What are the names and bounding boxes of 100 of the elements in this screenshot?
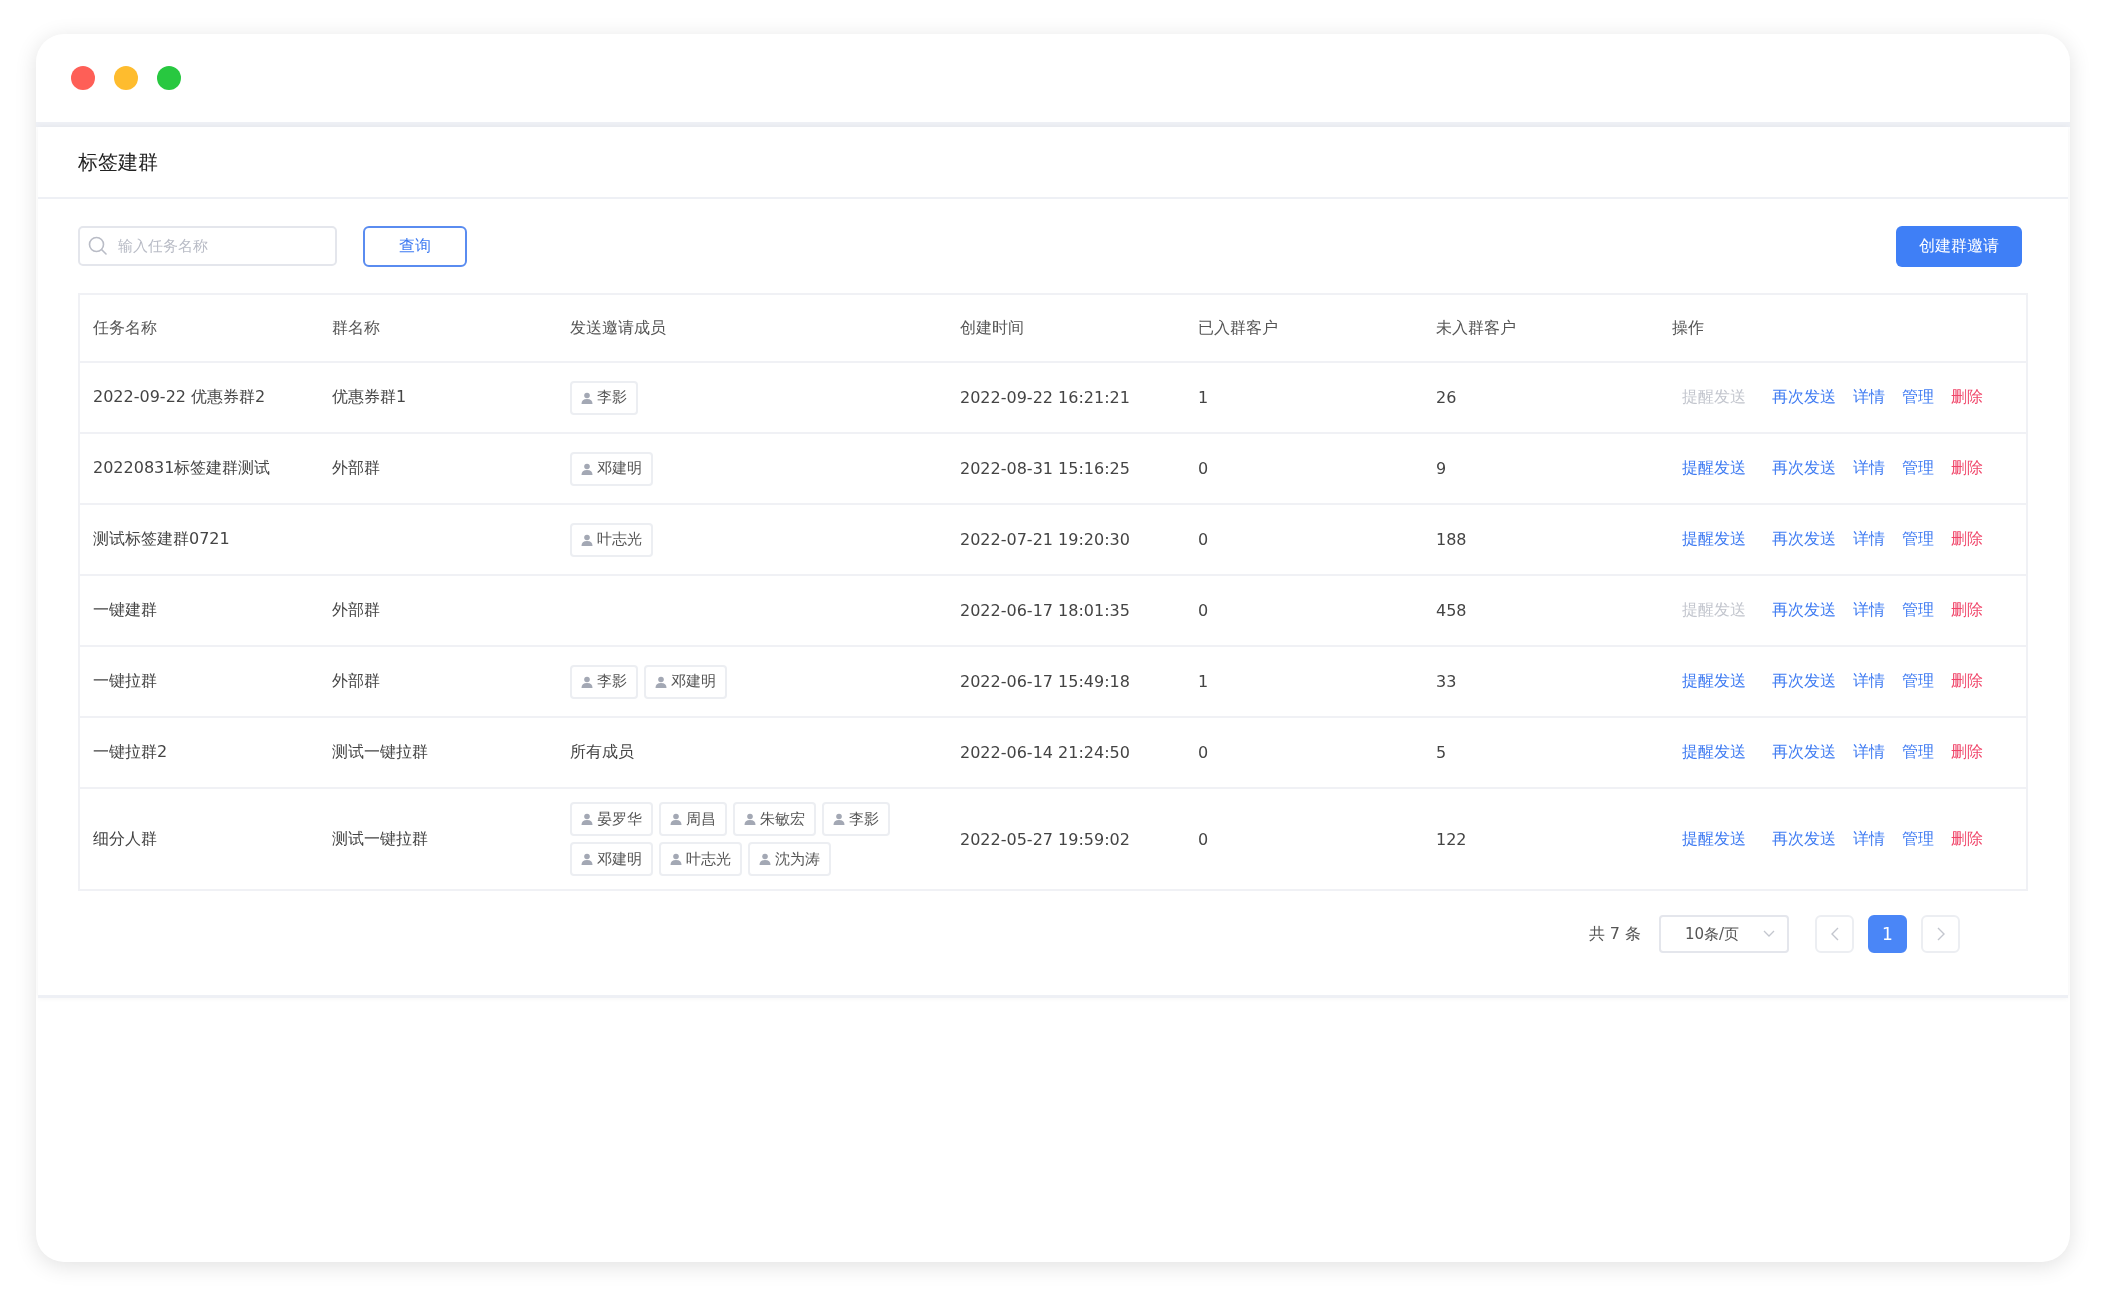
person-icon xyxy=(581,675,593,688)
action-link[interactable]: 再次发送 xyxy=(1772,387,1836,408)
action-link[interactable]: 详情 xyxy=(1853,529,1885,550)
column-header: 任务名称 xyxy=(93,317,157,337)
joined-count: 1 xyxy=(1198,672,1209,691)
task-name: 20220831标签建群测试 xyxy=(93,458,271,477)
person-icon xyxy=(670,853,682,865)
not-joined-count: 26 xyxy=(1436,388,1457,407)
page-title: 标签建群 xyxy=(78,148,158,176)
member-tag: 朱敏宏 xyxy=(733,802,816,836)
members-text: 所有成员 xyxy=(570,742,634,763)
joined-count: 0 xyxy=(1198,459,1209,478)
action-link[interactable]: 提醒发送 xyxy=(1682,529,1746,550)
chevron-right-icon xyxy=(1936,927,1945,941)
member-tag: 叶志光 xyxy=(659,842,742,876)
person-icon xyxy=(833,813,845,825)
task-name: 一键拉群2 xyxy=(93,742,168,761)
group-name: 测试一键拉群 xyxy=(332,742,428,761)
action-link[interactable]: 详情 xyxy=(1853,742,1885,763)
person-icon xyxy=(581,853,593,865)
close-button[interactable] xyxy=(71,66,95,90)
not-joined-count: 458 xyxy=(1436,601,1467,620)
action-link[interactable]: 管理 xyxy=(1902,742,1934,763)
created-time: 2022-06-17 15:49:18 xyxy=(960,672,1130,691)
action-link[interactable]: 管理 xyxy=(1902,458,1934,479)
action-link[interactable]: 提醒发送 xyxy=(1682,671,1746,692)
total-count: 共 7 条 xyxy=(1588,923,1641,945)
member-tag: 李影 xyxy=(570,380,638,415)
joined-count: 0 xyxy=(1198,601,1209,620)
group-name: 外部群 xyxy=(332,671,380,690)
group-name: 外部群 xyxy=(332,600,380,619)
task-name: 测试标签建群0721 xyxy=(93,529,230,548)
action-link[interactable]: 再次发送 xyxy=(1772,458,1836,479)
group-name: 外部群 xyxy=(332,458,380,477)
person-icon xyxy=(581,391,593,404)
column-header: 操作 xyxy=(1672,317,1704,337)
delete-link[interactable]: 删除 xyxy=(1951,742,1983,763)
action-link[interactable]: 提醒发送 xyxy=(1682,742,1746,763)
delete-link[interactable]: 删除 xyxy=(1951,600,1983,621)
action-link[interactable]: 管理 xyxy=(1902,671,1934,692)
minimize-button[interactable] xyxy=(114,66,138,90)
column-header: 已入群客户 xyxy=(1198,317,1278,337)
chevron-down-icon xyxy=(1763,930,1775,938)
joined-count: 0 xyxy=(1198,829,1209,849)
member-tag: 李影 xyxy=(570,664,638,699)
search-field[interactable]: 输入任务名称 xyxy=(78,226,337,266)
page-button[interactable]: 1 xyxy=(1868,915,1907,953)
action-link[interactable]: 再次发送 xyxy=(1772,600,1836,621)
action-link[interactable]: 管理 xyxy=(1902,828,1934,850)
task-name: 一键建群 xyxy=(93,600,157,619)
search-icon xyxy=(88,236,108,256)
delete-link[interactable]: 删除 xyxy=(1951,529,1983,550)
created-time: 2022-05-27 19:59:02 xyxy=(960,829,1130,849)
action-link[interactable]: 再次发送 xyxy=(1772,742,1836,763)
action-link[interactable]: 详情 xyxy=(1853,458,1885,479)
member-tag: 周昌 xyxy=(659,802,727,836)
delete-link[interactable]: 删除 xyxy=(1951,828,1983,850)
not-joined-count: 188 xyxy=(1436,530,1467,549)
member-tag: 李影 xyxy=(822,802,890,836)
not-joined-count: 5 xyxy=(1436,743,1447,762)
person-icon xyxy=(655,675,667,688)
delete-link[interactable]: 删除 xyxy=(1951,458,1983,479)
task-name: 2022-09-22 优惠券群2 xyxy=(93,387,266,406)
not-joined-count: 122 xyxy=(1436,829,1467,849)
action-link[interactable]: 管理 xyxy=(1902,529,1934,550)
delete-link[interactable]: 删除 xyxy=(1951,671,1983,692)
member-tag: 邓建明 xyxy=(644,664,727,699)
query-button[interactable]: 查询 xyxy=(363,225,467,267)
not-joined-count: 33 xyxy=(1436,672,1457,691)
joined-count: 0 xyxy=(1198,530,1209,549)
action-link[interactable]: 详情 xyxy=(1853,671,1885,692)
action-link[interactable]: 详情 xyxy=(1853,600,1885,621)
joined-count: 1 xyxy=(1198,388,1209,407)
action-link[interactable]: 再次发送 xyxy=(1772,671,1836,692)
person-icon xyxy=(581,813,593,825)
group-name: 测试一键拉群 xyxy=(332,828,428,848)
column-header: 发送邀请成员 xyxy=(570,317,666,337)
delete-link[interactable]: 删除 xyxy=(1951,387,1983,408)
action-link[interactable]: 再次发送 xyxy=(1772,529,1836,550)
action-link[interactable]: 提醒发送 xyxy=(1682,828,1746,850)
action-link[interactable]: 再次发送 xyxy=(1772,828,1836,850)
create-invite-button[interactable]: 创建群邀请 xyxy=(1896,225,2022,267)
chevron-left-icon xyxy=(1830,927,1839,941)
task-name: 一键拉群 xyxy=(93,671,157,690)
prev-page-button[interactable] xyxy=(1815,915,1854,953)
action-link[interactable]: 管理 xyxy=(1902,387,1934,408)
next-page-button[interactable] xyxy=(1921,915,1960,953)
member-tag: 晏罗华 xyxy=(570,802,653,836)
column-header: 未入群客户 xyxy=(1436,317,1516,337)
action-link[interactable]: 管理 xyxy=(1902,600,1934,621)
page-size-select[interactable]: 10条/页 xyxy=(1659,915,1789,953)
action-link[interactable]: 详情 xyxy=(1853,387,1885,408)
member-tag: 叶志光 xyxy=(570,522,653,557)
created-time: 2022-09-22 16:21:21 xyxy=(960,388,1130,407)
member-tag: 邓建明 xyxy=(570,842,653,876)
action-link[interactable]: 详情 xyxy=(1853,828,1885,850)
created-time: 2022-06-14 21:24:50 xyxy=(960,743,1130,762)
maximize-button[interactable] xyxy=(157,66,181,90)
action-link[interactable]: 提醒发送 xyxy=(1682,458,1746,479)
joined-count: 0 xyxy=(1198,743,1209,762)
